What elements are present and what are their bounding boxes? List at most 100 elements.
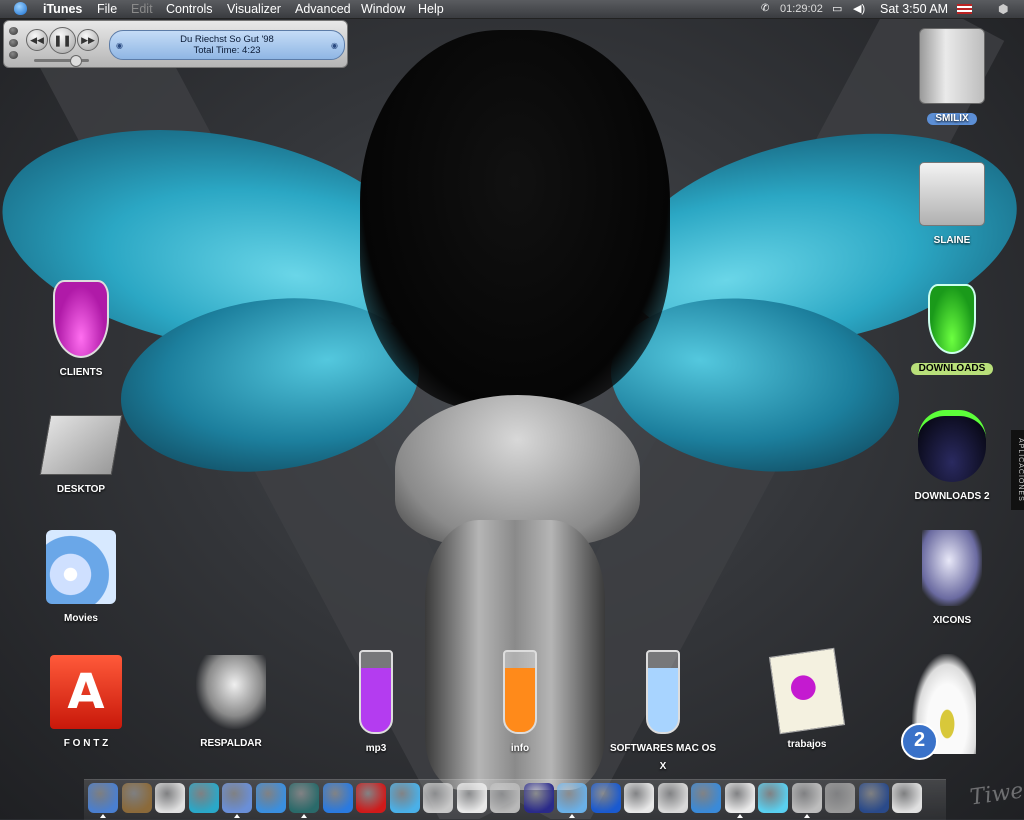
menu-help[interactable]: Help xyxy=(418,1,444,17)
blue-test-tube-icon xyxy=(646,650,680,734)
display-toggle-icon[interactable]: ◉ xyxy=(331,40,338,51)
menu-visualizer[interactable]: Visualizer xyxy=(227,1,281,17)
icon-clients[interactable]: CLIENTS xyxy=(25,280,137,380)
dock-trash-icon[interactable] xyxy=(892,783,922,813)
dock-mail-icon[interactable] xyxy=(657,783,688,813)
dock-running-indicator xyxy=(234,814,240,818)
icon-xicons[interactable]: XICONS xyxy=(896,530,1008,628)
icon-label: DESKTOP xyxy=(56,484,106,495)
icon-label: F O N T Z xyxy=(63,738,109,749)
menu-file[interactable]: File xyxy=(97,1,117,17)
display-icon[interactable]: ▭ xyxy=(832,1,842,17)
menu-edit[interactable]: Edit xyxy=(131,1,153,17)
dock-sidekick-icon[interactable] xyxy=(188,783,219,813)
icon-softwares-mac-os-x[interactable]: SOFTWARES MAC OS X xyxy=(607,650,719,774)
dock xyxy=(84,779,946,820)
dock-dvd-player-icon[interactable] xyxy=(490,783,520,813)
close-button[interactable] xyxy=(9,27,18,35)
hard-drive-icon xyxy=(919,162,985,226)
settings-icon[interactable]: ⬢ xyxy=(998,1,1008,17)
cauldron-icon xyxy=(918,410,986,482)
paint-splat-icon xyxy=(768,647,846,735)
icon-label: Movies xyxy=(64,613,98,624)
dock-stuffit-icon[interactable] xyxy=(456,783,487,813)
dock-preview-icon[interactable] xyxy=(557,783,587,813)
phone-icon[interactable]: ✆ xyxy=(761,1,769,17)
menu-window[interactable]: Window xyxy=(361,1,405,17)
dock-quicktime-icon[interactable] xyxy=(590,783,621,813)
icon-label: SLAINE xyxy=(933,235,971,246)
track-time: Total Time: 4:23 xyxy=(193,45,261,56)
dock-msn-messenger-icon[interactable] xyxy=(389,783,420,813)
dock-running-indicator xyxy=(569,814,575,818)
movies-folder-icon xyxy=(46,530,116,604)
pink-flask-icon xyxy=(53,280,109,358)
menu-bar: iTunes File Edit Controls Visualizer Adv… xyxy=(0,0,1024,19)
icon-label: XICONS xyxy=(932,615,972,626)
next-track-icon[interactable]: ▶▶ xyxy=(77,29,99,51)
dock-netscape-icon[interactable] xyxy=(289,783,319,813)
icon-label: DOWNLOADS 2 xyxy=(914,491,990,502)
icon-label: DOWNLOADS xyxy=(910,363,994,375)
volume-icon[interactable]: ◀) xyxy=(853,1,865,17)
dock-sciences-icon[interactable] xyxy=(758,783,788,813)
power-mac-icon xyxy=(919,28,985,104)
zoom-button[interactable] xyxy=(9,51,18,59)
dock-script-editor-icon[interactable] xyxy=(222,783,252,813)
dock-safari-icon[interactable] xyxy=(255,783,286,813)
us-flag-icon[interactable] xyxy=(957,4,972,14)
dock-finder-icon[interactable] xyxy=(88,783,118,813)
icon-slaine[interactable]: SLAINE xyxy=(896,162,1008,248)
dock-running-indicator xyxy=(736,814,743,818)
dock-x11-icon[interactable] xyxy=(724,783,755,813)
icon-smilix[interactable]: SMILIX xyxy=(896,28,1008,126)
icon-label: RESPALDAR xyxy=(200,738,262,749)
figure-hair xyxy=(360,30,670,410)
orange-test-tube-icon xyxy=(503,650,537,734)
icon-desktop[interactable]: DESKTOP xyxy=(25,415,137,497)
icon-movies[interactable]: Movies xyxy=(25,530,137,626)
icon-trabajos[interactable]: trabajos xyxy=(751,647,863,752)
icon-respaldar[interactable]: RESPALDAR xyxy=(175,655,287,751)
icon-mp3[interactable]: mp3 xyxy=(320,650,432,756)
pause-icon[interactable]: ❚❚ xyxy=(49,27,76,54)
menu-advanced[interactable]: Advanced xyxy=(295,1,351,17)
menu-controls[interactable]: Controls xyxy=(166,1,213,17)
dock-user-folder-icon[interactable] xyxy=(858,783,889,813)
green-flask-icon xyxy=(928,284,976,354)
dock-running-indicator xyxy=(100,814,106,818)
dock-iphoto-icon[interactable] xyxy=(121,783,152,813)
purple-test-tube-icon xyxy=(359,650,393,734)
dock-scrapbook-icon[interactable] xyxy=(691,783,721,813)
apple-menu-icon[interactable] xyxy=(14,2,27,15)
icon-fontz[interactable]: A F O N T Z xyxy=(30,655,142,751)
snapback-icon[interactable]: ◉ xyxy=(116,40,123,51)
status-display[interactable]: Du Riechst So Gut '98 Total Time: 4:23 ◉… xyxy=(109,30,345,60)
minimize-button[interactable] xyxy=(9,39,18,47)
dock-home-icon[interactable] xyxy=(791,783,822,813)
trash-count-badge: 2 xyxy=(901,723,938,760)
dock-internet-explorer-icon[interactable] xyxy=(322,783,353,813)
dock-running-indicator xyxy=(301,814,307,818)
dock-graphicconverter-icon[interactable] xyxy=(155,783,185,813)
road-runner-icon xyxy=(922,530,982,606)
applications-drawer-tab[interactable]: APLICACIONES xyxy=(1011,430,1024,510)
desktop-drive-icon xyxy=(39,415,123,475)
dock-iterm-icon[interactable] xyxy=(624,783,654,813)
volume-slider-knob[interactable] xyxy=(70,55,82,67)
icon-downloads-2[interactable]: DOWNLOADS 2 xyxy=(896,410,1008,504)
dock-terminal-icon[interactable] xyxy=(423,783,453,813)
icon-label: mp3 xyxy=(365,743,387,754)
dock-ichat-icon[interactable] xyxy=(825,783,855,813)
dock-eye-app-icon[interactable] xyxy=(523,783,554,813)
dock-running-indicator xyxy=(803,814,810,818)
timer-readout[interactable]: 01:29:02 xyxy=(780,1,823,17)
icon-info[interactable]: info xyxy=(464,650,576,756)
icon-label: SOFTWARES MAC OS X xyxy=(609,743,717,772)
icon-downloads[interactable]: DOWNLOADS xyxy=(896,284,1008,376)
icon-label: SMILIX xyxy=(927,113,977,125)
dock-acrobat-icon[interactable] xyxy=(356,783,386,813)
previous-track-icon[interactable]: ◀◀ xyxy=(26,29,48,51)
app-menu[interactable]: iTunes xyxy=(43,1,82,17)
menu-clock[interactable]: Sat 3:50 AM xyxy=(880,1,948,17)
